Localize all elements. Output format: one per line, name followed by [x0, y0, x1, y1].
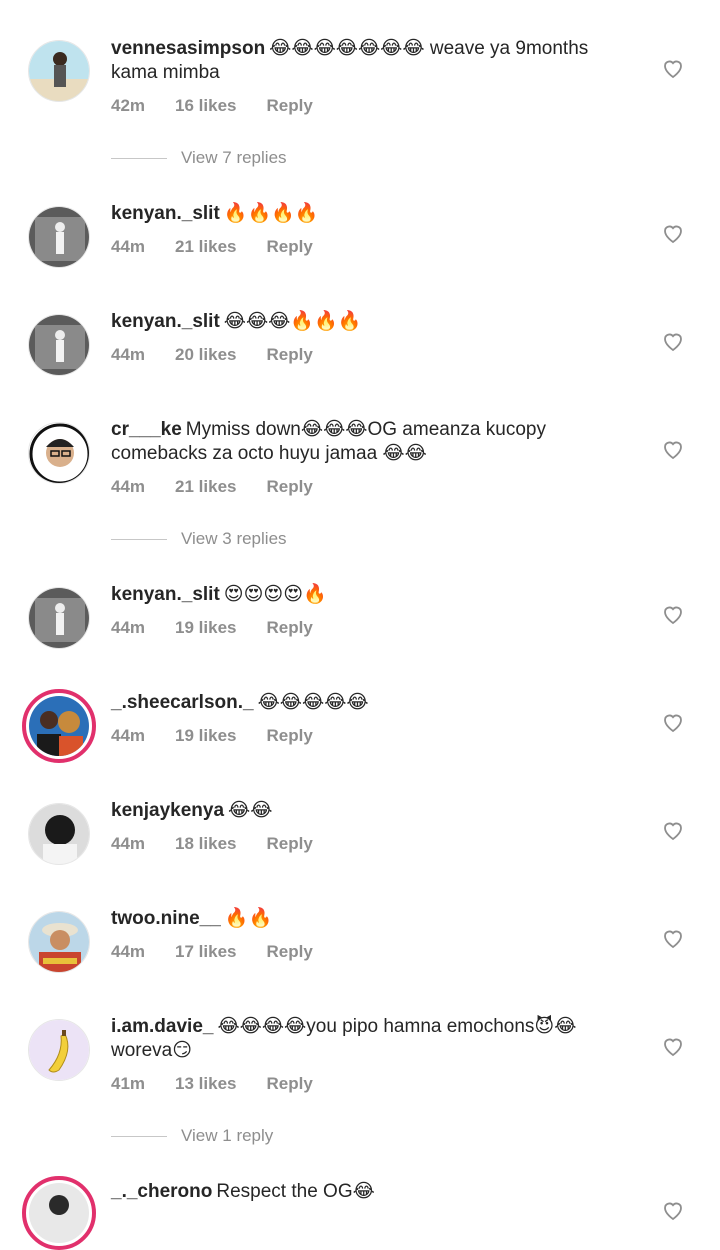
comment-username[interactable]: kenyan._slit: [111, 584, 220, 605]
reply-button[interactable]: Reply: [266, 237, 312, 256]
avatar[interactable]: [28, 587, 90, 649]
view-replies-button[interactable]: View 1 reply: [111, 1126, 411, 1146]
comment-meta: 41m 13 likes Reply: [111, 1074, 343, 1094]
comment-username[interactable]: kenyan._slit: [111, 203, 220, 224]
comment-likes[interactable]: 19 likes: [175, 726, 236, 745]
reply-button[interactable]: Reply: [266, 942, 312, 961]
comment-meta: 42m 16 likes Reply: [111, 96, 343, 116]
comment-meta: 44m 19 likes Reply: [111, 726, 343, 746]
comment-meta: 44m 17 likes Reply: [111, 942, 343, 962]
comment-time: 44m: [111, 345, 146, 364]
view-replies-label: View 7 replies: [181, 148, 287, 167]
comment-time: 44m: [111, 726, 146, 745]
comment-time: 44m: [111, 834, 146, 853]
reply-button[interactable]: Reply: [266, 726, 312, 745]
comment-likes[interactable]: 17 likes: [175, 942, 236, 961]
heart-icon[interactable]: [661, 437, 685, 461]
comment-username[interactable]: vennesasimpson: [111, 38, 265, 59]
heart-icon[interactable]: [661, 602, 685, 626]
view-replies-button[interactable]: View 7 replies: [111, 148, 411, 168]
heart-icon[interactable]: [661, 926, 685, 950]
comment-likes[interactable]: 21 likes: [175, 237, 236, 256]
heart-icon[interactable]: [661, 56, 685, 80]
comment-time: 44m: [111, 477, 146, 496]
heart-icon[interactable]: [661, 818, 685, 842]
avatar[interactable]: [22, 689, 96, 763]
comment-time: 44m: [111, 618, 146, 637]
comment-text: 😂😂😂🔥🔥🔥: [223, 311, 362, 332]
comment-body: kenyan._slit 😍😍😍😍🔥: [111, 583, 631, 607]
comment-body: _._cherono Respect the OG😂: [111, 1180, 631, 1204]
heart-icon[interactable]: [661, 710, 685, 734]
comment-body: _.sheecarlson._ 😂😂😂😂😂: [111, 691, 631, 715]
comment-body: cr___ke Mymiss down😂😂😂OG ameanza kucopy c…: [111, 418, 631, 466]
reply-button[interactable]: Reply: [266, 96, 312, 115]
comment-body: kenyan._slit 🔥🔥🔥🔥: [111, 202, 631, 226]
replies-divider: [111, 539, 167, 541]
reply-button[interactable]: Reply: [266, 834, 312, 853]
comment-likes[interactable]: 18 likes: [175, 834, 236, 853]
comment-likes[interactable]: 13 likes: [175, 1074, 236, 1093]
reply-button[interactable]: Reply: [266, 345, 312, 364]
comment-username[interactable]: kenjaykenya: [111, 800, 224, 821]
comment-body: kenjaykenya 😂😂: [111, 799, 631, 823]
view-replies-label: View 3 replies: [181, 529, 287, 548]
heart-icon[interactable]: [661, 221, 685, 245]
comment-username[interactable]: cr___ke: [111, 419, 182, 440]
comment-likes[interactable]: 21 likes: [175, 477, 236, 496]
comment-text: Respect the OG😂: [216, 1181, 375, 1202]
comment-text: 🔥🔥🔥🔥: [223, 203, 319, 224]
comment-time: 42m: [111, 96, 146, 115]
replies-divider: [111, 1136, 167, 1138]
avatar[interactable]: [22, 1176, 96, 1250]
comment-time: 44m: [111, 942, 146, 961]
avatar[interactable]: [28, 911, 90, 973]
view-replies-button[interactable]: View 3 replies: [111, 529, 411, 549]
comment-likes[interactable]: 19 likes: [175, 618, 236, 637]
comment-username[interactable]: _.sheecarlson._: [111, 692, 254, 713]
comment-meta: 44m 21 likes Reply: [111, 237, 343, 257]
avatar[interactable]: [28, 40, 90, 102]
comment-time: 44m: [111, 237, 146, 256]
comment-username[interactable]: _._cherono: [111, 1181, 212, 1202]
comment-meta: 44m 19 likes Reply: [111, 618, 343, 638]
replies-divider: [111, 158, 167, 160]
comment-username[interactable]: twoo.nine__: [111, 908, 221, 929]
reply-button[interactable]: Reply: [266, 477, 312, 496]
comment-username[interactable]: kenyan._slit: [111, 311, 220, 332]
comment-meta: 44m 20 likes Reply: [111, 345, 343, 365]
view-replies-label: View 1 reply: [181, 1126, 274, 1145]
comment-likes[interactable]: 16 likes: [175, 96, 236, 115]
avatar[interactable]: [28, 1019, 90, 1081]
comment-likes[interactable]: 20 likes: [175, 345, 236, 364]
comment-username[interactable]: i.am.davie_: [111, 1016, 213, 1037]
avatar[interactable]: [28, 206, 90, 268]
comment-meta: 44m 21 likes Reply: [111, 477, 343, 497]
comment-text: 😍😍😍😍🔥: [223, 584, 327, 605]
avatar[interactable]: [28, 422, 90, 484]
comment-text: 😂😂😂😂😂: [257, 692, 369, 713]
heart-icon[interactable]: [661, 1198, 685, 1222]
reply-button[interactable]: Reply: [266, 618, 312, 637]
comment-text: 🔥🔥: [224, 908, 273, 929]
comment-meta: 44m 18 likes Reply: [111, 834, 343, 854]
comment-text: 😂😂: [228, 800, 273, 821]
comment-body: twoo.nine__ 🔥🔥: [111, 907, 631, 931]
comment-body: kenyan._slit 😂😂😂🔥🔥🔥: [111, 310, 631, 334]
comment-body: vennesasimpson 😂😂😂😂😂😂😂 weave ya 9months k…: [111, 37, 631, 85]
avatar[interactable]: [28, 803, 90, 865]
comment-time: 41m: [111, 1074, 146, 1093]
heart-icon[interactable]: [661, 329, 685, 353]
heart-icon[interactable]: [661, 1034, 685, 1058]
reply-button[interactable]: Reply: [266, 1074, 312, 1093]
avatar[interactable]: [28, 314, 90, 376]
comment-body: i.am.davie_ 😂😂😂😂you pipo hamna emochons😈😂…: [111, 1015, 631, 1063]
